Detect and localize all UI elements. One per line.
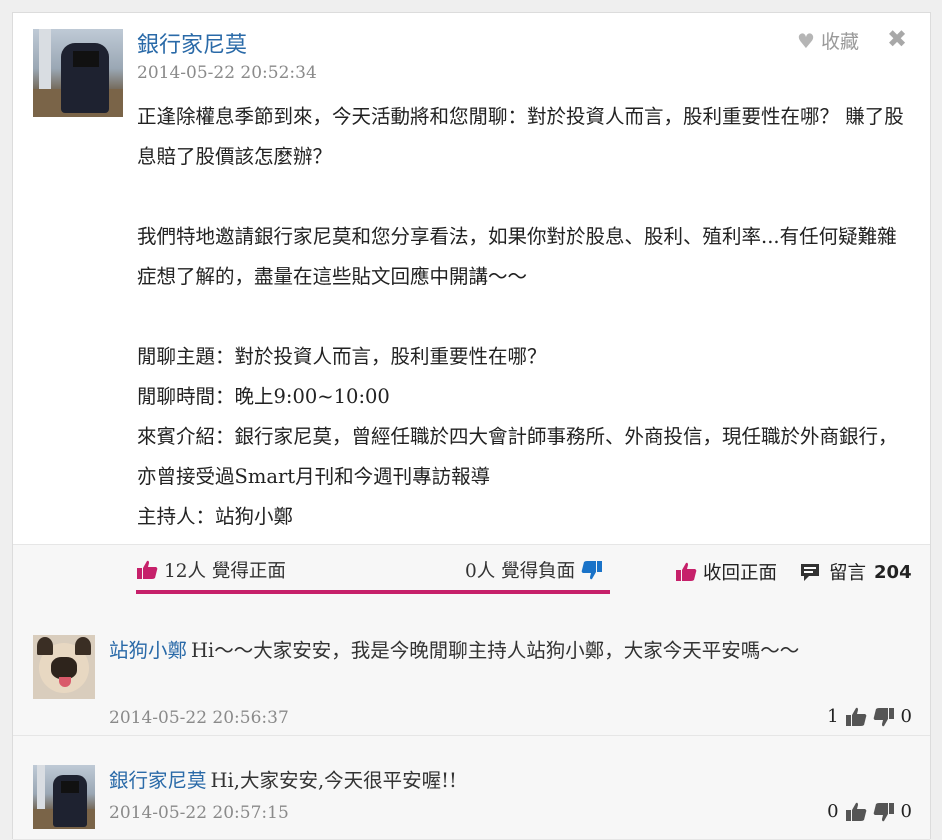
comment-timestamp: 2014-05-22 20:57:15: [109, 803, 289, 823]
commenter-name[interactable]: 銀行家尼莫: [109, 769, 207, 792]
positive-reaction-button[interactable]: 12人 覺得正面: [136, 557, 286, 583]
author-name[interactable]: 銀行家尼莫: [137, 27, 247, 59]
comment-timestamp: 2014-05-22 20:56:37: [109, 708, 289, 728]
comments-count: 204: [874, 561, 912, 583]
thumbs-down-icon: [581, 561, 603, 580]
thumbs-up-icon[interactable]: [845, 802, 867, 822]
commenter-name[interactable]: 站狗小鄭: [109, 639, 187, 662]
retract-positive-button[interactable]: 收回正面: [675, 559, 777, 585]
thumbs-down-icon[interactable]: [873, 707, 895, 727]
comments-label: 留言: [829, 563, 867, 584]
positive-count-label: 12人 覺得正面: [164, 561, 286, 582]
comment-upvote-count: 1: [827, 706, 839, 727]
comment-votes: 0 0: [827, 801, 912, 822]
post-card: 銀行家尼莫 2014-05-22 20:52:34 ♥ 收藏 ✖ 正逢除權息季節…: [12, 12, 931, 840]
bookmark-label: 收藏: [820, 31, 859, 53]
comment-votes: 1 0: [827, 706, 912, 727]
post-paragraph: 主持人：站狗小鄭: [137, 505, 294, 528]
negative-count-label: 0人 覺得負面: [465, 561, 576, 582]
post-paragraph: 來賓介紹：銀行家尼莫，曾經任職於四大會計師事務所、外商投信，現任職於外商銀行，亦…: [137, 425, 898, 488]
comments-button[interactable]: 留言 204: [799, 559, 912, 585]
comment-body: Hi,大家安安,今天很平安喔!!: [210, 769, 457, 792]
post-paragraph: 閒聊主題：對於投資人而言，股利重要性在哪？: [137, 345, 547, 368]
close-icon[interactable]: ✖: [887, 25, 907, 53]
post-paragraph: 閒聊時間：晚上9:00~10:00: [137, 385, 390, 408]
comment-text: 銀行家尼莫 Hi,大家安安,今天很平安喔!!: [109, 766, 849, 796]
negative-reaction-button[interactable]: 0人 覺得負面: [465, 557, 603, 583]
post-paragraph: 我們特地邀請銀行家尼莫和您分享看法，如果你對於股息、股利、殖利率...有任何疑難…: [137, 225, 897, 288]
thumbs-up-icon[interactable]: [845, 707, 867, 727]
retract-label: 收回正面: [703, 563, 778, 584]
comment-downvote-count: 0: [900, 801, 912, 822]
bookmark-button[interactable]: ♥ 收藏: [797, 27, 859, 54]
post-body: 正逢除權息季節到來，今天活動將和您閒聊：對於投資人而言，股利重要性在哪？ 賺了股…: [137, 97, 912, 537]
reaction-ratio-bar: [136, 590, 610, 594]
thumbs-up-icon: [676, 562, 697, 581]
heart-icon: ♥: [797, 28, 815, 53]
post-paragraph: 正逢除權息季節到來，今天活動將和您閒聊：對於投資人而言，股利重要性在哪？ 賺了股…: [137, 105, 904, 168]
thumbs-up-icon: [137, 560, 158, 579]
comment-body: Hi～～大家安安，我是今晚閒聊主持人站狗小鄭，大家今天平安嗎～～: [191, 639, 800, 662]
comment-item: 銀行家尼莫 Hi,大家安安,今天很平安喔!! 2014-05-22 20:57:1…: [13, 736, 930, 840]
comment-downvote-count: 0: [900, 706, 912, 727]
thumbs-down-icon[interactable]: [873, 802, 895, 822]
commenter-avatar[interactable]: [33, 635, 95, 699]
comment-icon: [801, 564, 819, 581]
comment-item: 站狗小鄭 Hi～～大家安安，我是今晚閒聊主持人站狗小鄭，大家今天平安嗎～～ 201…: [13, 604, 930, 736]
author-avatar[interactable]: [33, 29, 123, 117]
commenter-avatar[interactable]: [33, 765, 95, 829]
comment-upvote-count: 0: [827, 801, 839, 822]
post-timestamp: 2014-05-22 20:52:34: [137, 63, 317, 83]
reaction-bar: 12人 覺得正面 0人 覺得負面 收回正面 留言 204: [13, 544, 930, 605]
comment-text: 站狗小鄭 Hi～～大家安安，我是今晚閒聊主持人站狗小鄭，大家今天平安嗎～～: [109, 636, 849, 666]
